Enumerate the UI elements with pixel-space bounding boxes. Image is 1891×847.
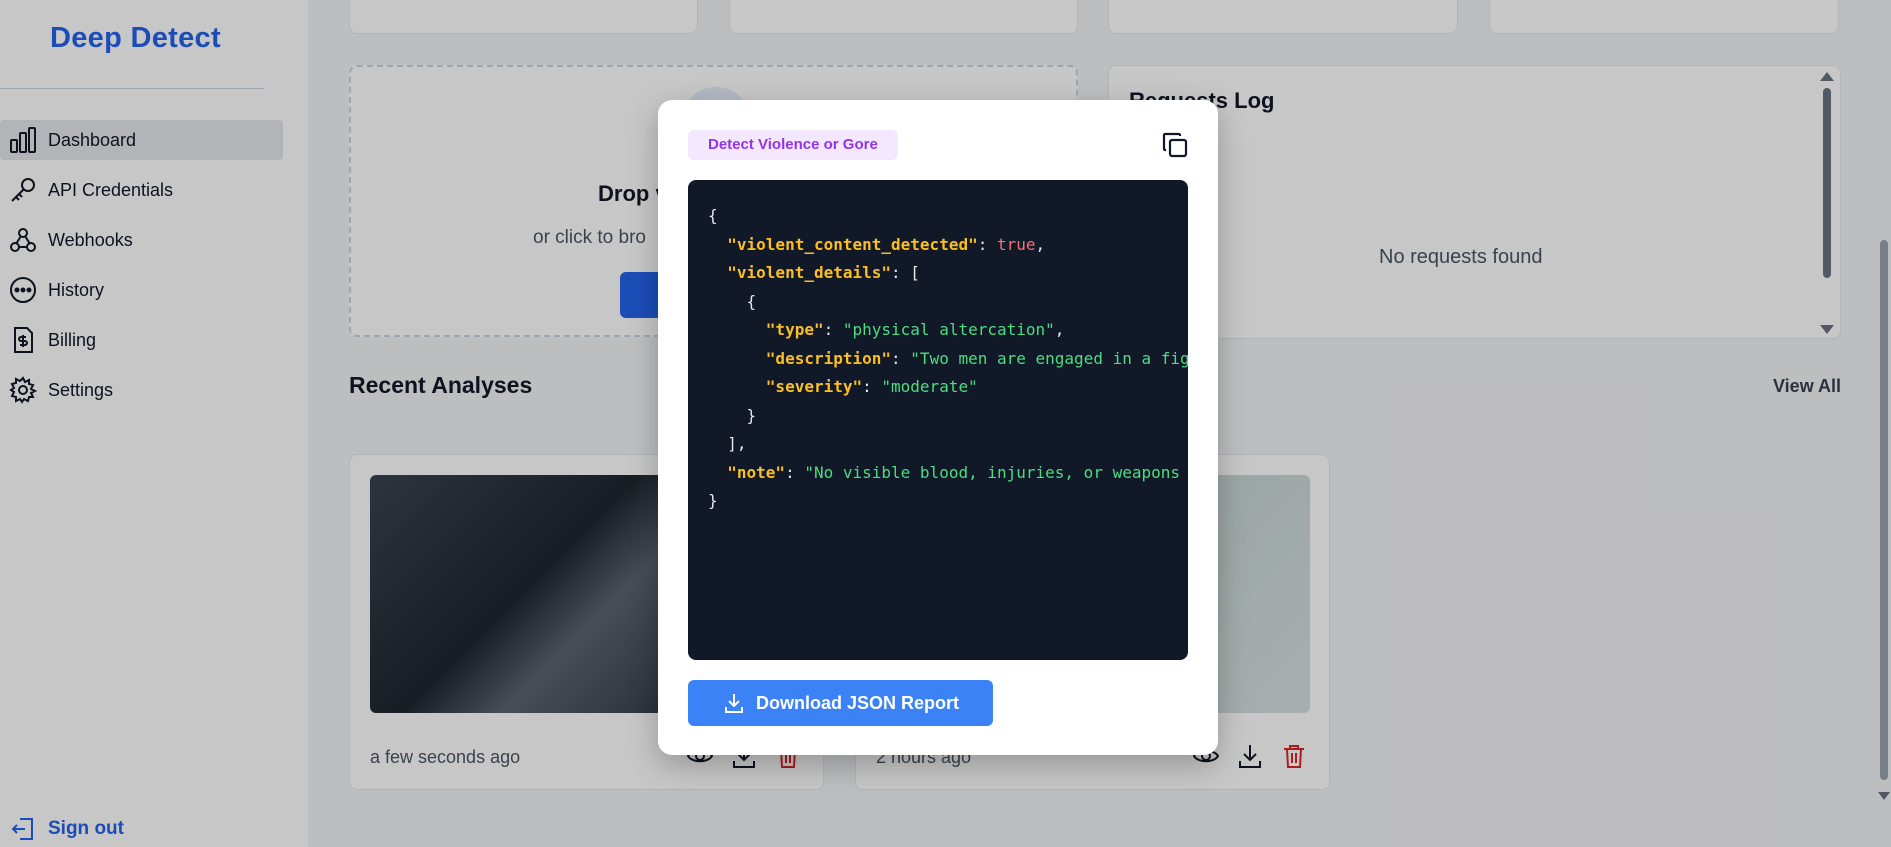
detection-type-badge: Detect Violence or Gore [688,130,898,160]
json-value: "No visible blood, injuries, or weapons [804,462,1181,482]
json-code-block: { "violent_content_detected": true, "vio… [688,180,1188,660]
json-key: "violent_details" [727,263,892,282]
download-json-label: Download JSON Report [755,692,959,713]
download-icon [724,694,743,713]
json-key: "description" [765,348,892,368]
json-key: "violent_content_detected" [727,234,978,254]
download-json-button[interactable]: Download JSON Report [688,680,993,726]
json-value: true [996,234,1036,254]
json-value: "moderate" [881,377,978,396]
json-result-modal: Detect Violence or Gore { "violent_conte… [658,100,1218,755]
json-key: "note" [727,462,786,482]
copy-icon[interactable] [1160,130,1190,160]
json-key: "type" [765,320,824,339]
json-key: "severity" [765,377,863,396]
json-content: { "violent_content_detected": true, "vio… [708,206,1188,510]
json-value: "physical altercation" [842,320,1055,339]
json-value: "Two men are engaged in a fig [910,348,1188,368]
